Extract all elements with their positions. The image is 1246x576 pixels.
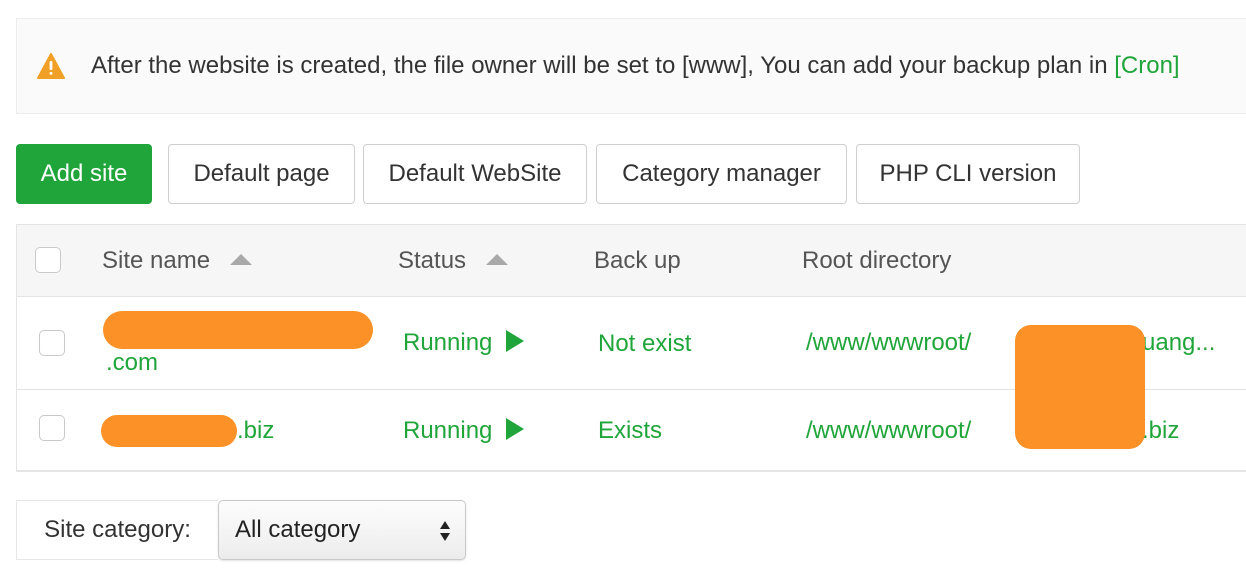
row-checkbox[interactable] [39, 330, 65, 356]
root-directory-suffix[interactable]: .biz [1142, 417, 1179, 445]
status-running[interactable]: Running [403, 329, 525, 357]
notice-text: After the website is created, the file o… [91, 52, 1180, 79]
site-name-link[interactable]: .com [106, 349, 158, 377]
site-category-value: All category [235, 516, 361, 543]
default-website-button[interactable]: Default WebSite [363, 144, 587, 204]
sort-asc-icon[interactable] [486, 253, 509, 265]
updown-arrows-icon [440, 521, 450, 541]
site-category-select[interactable]: All category [218, 500, 466, 560]
notice-banner: After the website is created, the file o… [16, 18, 1246, 114]
cron-link[interactable]: [Cron] [1114, 52, 1179, 79]
site-category-label: Site category: [16, 500, 218, 560]
warning-icon [37, 53, 65, 79]
play-icon [506, 418, 525, 440]
status-header-label: Status [398, 247, 467, 274]
root-directory-suffix[interactable]: uang... [1142, 329, 1215, 357]
root-directory-link[interactable]: /www/wwwroot/ [806, 417, 971, 445]
backup-header: Back up [594, 247, 681, 274]
site-name-header[interactable]: Site name [102, 225, 253, 297]
site-name-link[interactable]: .biz [237, 417, 274, 445]
site-name-header-label: Site name [102, 247, 211, 274]
category-manager-button[interactable]: Category manager [596, 144, 847, 204]
backup-link[interactable]: Not exist [598, 330, 691, 358]
table-header: Site name Status Back up Root directory [17, 225, 1246, 297]
redacted-root-directory [1015, 325, 1145, 449]
sites-table: Site name Status Back up Root directory … [16, 224, 1246, 472]
redacted-site-name [101, 415, 237, 447]
play-icon [506, 330, 525, 352]
root-directory-link[interactable]: /www/wwwroot/ [806, 329, 971, 357]
backup-link[interactable]: Exists [598, 417, 662, 445]
default-page-button[interactable]: Default page [168, 144, 355, 204]
php-cli-version-button[interactable]: PHP CLI version [856, 144, 1080, 204]
root-directory-header: Root directory [802, 247, 952, 274]
sort-asc-icon[interactable] [230, 253, 253, 265]
status-header[interactable]: Status [398, 225, 509, 297]
row-checkbox[interactable] [39, 415, 65, 441]
redacted-site-name [103, 311, 373, 349]
status-running[interactable]: Running [403, 417, 525, 445]
add-site-button[interactable]: Add site [16, 144, 152, 204]
select-all-checkbox[interactable] [35, 247, 61, 273]
